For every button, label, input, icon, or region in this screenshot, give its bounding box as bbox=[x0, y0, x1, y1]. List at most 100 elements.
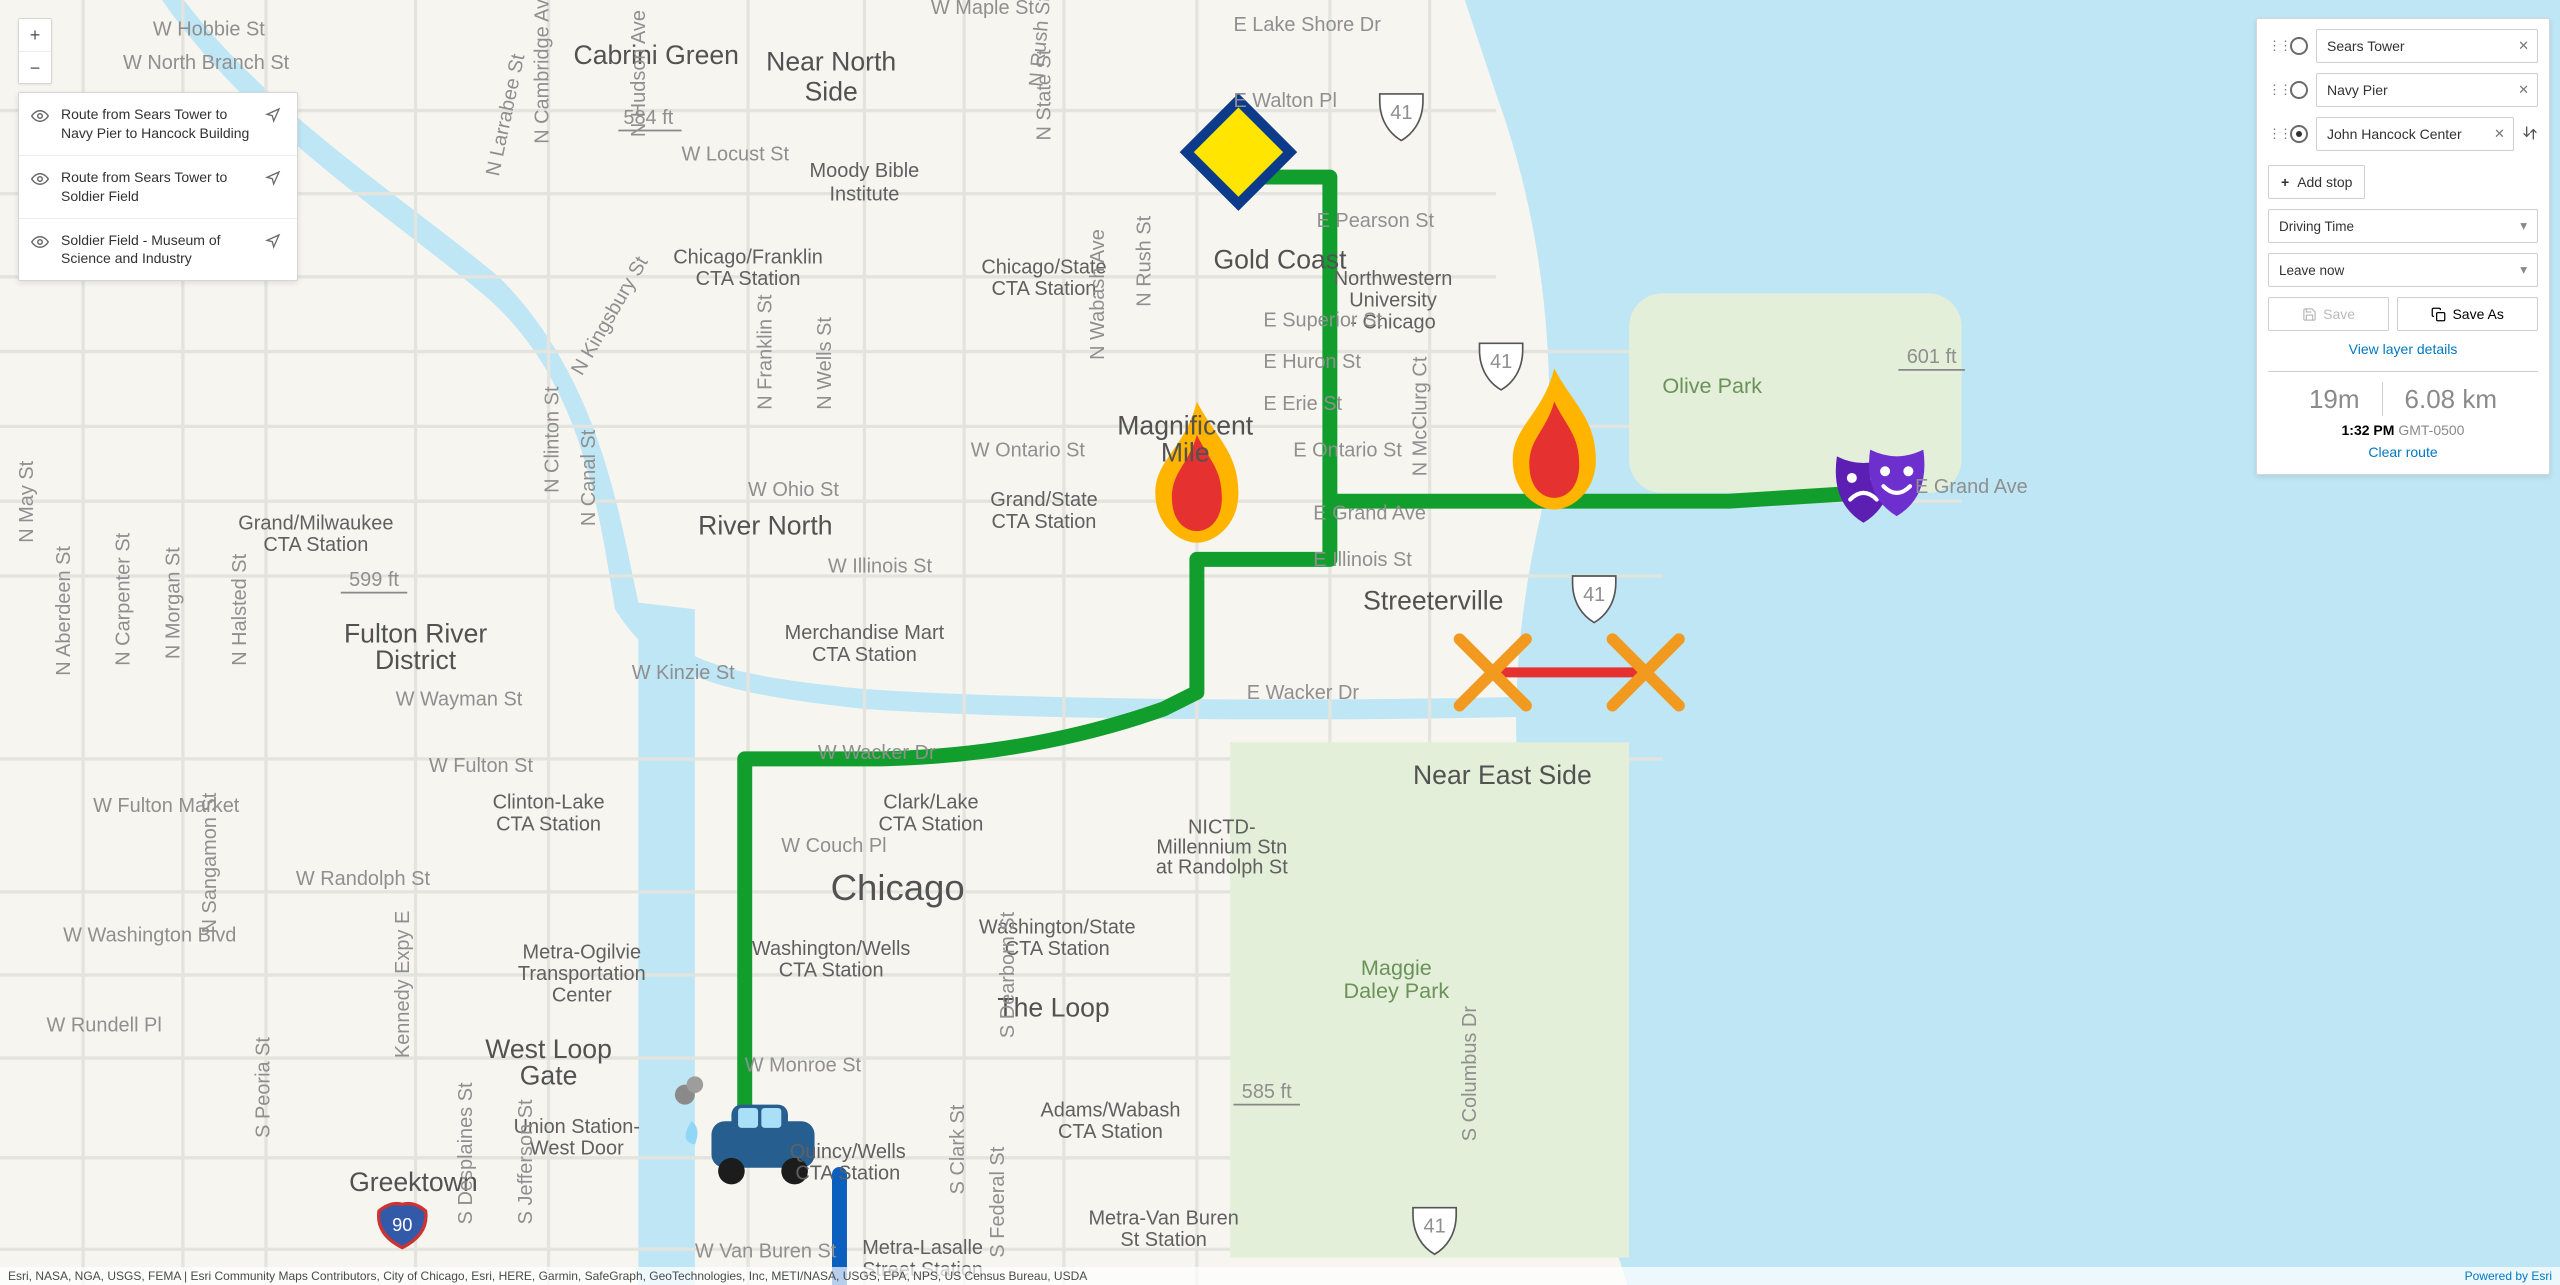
chevron-down-icon: ▾ bbox=[2520, 218, 2527, 234]
svg-text:S Jefferson St: S Jefferson St bbox=[515, 1099, 537, 1224]
clear-icon[interactable]: ✕ bbox=[2494, 126, 2505, 142]
svg-text:W Couch Pl: W Couch Pl bbox=[781, 835, 886, 857]
zoom-in-button[interactable]: + bbox=[19, 19, 51, 51]
svg-text:N May St: N May St bbox=[16, 460, 38, 542]
drag-handle-icon[interactable]: ⋮⋮ bbox=[2268, 38, 2282, 54]
map-canvas[interactable]: 41 41 41 41 90 bbox=[0, 0, 2560, 1285]
svg-text:S Desplaines St: S Desplaines St bbox=[455, 1082, 477, 1224]
svg-text:Grand/StateCTA Station: Grand/StateCTA Station bbox=[990, 489, 1098, 533]
svg-text:Adams/WabashCTA Station: Adams/WabashCTA Station bbox=[1040, 1099, 1180, 1143]
svg-text:N Halsted St: N Halsted St bbox=[229, 553, 251, 665]
svg-text:W North Branch St: W North Branch St bbox=[123, 52, 290, 74]
route-summary: 19m 6.08 km 1:32 PM GMT-0500 Clear route bbox=[2268, 371, 2538, 460]
svg-text:N Cambridge Ave: N Cambridge Ave bbox=[532, 0, 554, 144]
stop-marker-current-icon bbox=[2290, 125, 2308, 143]
svg-text:N Wells St: N Wells St bbox=[814, 317, 836, 410]
stop-row: ⋮⋮ ✕ bbox=[2268, 29, 2538, 63]
chevron-down-icon: ▾ bbox=[2520, 262, 2527, 278]
stop-field[interactable] bbox=[2325, 125, 2494, 143]
svg-text:E Illinois St: E Illinois St bbox=[1313, 549, 1412, 571]
svg-text:N Canal St: N Canal St bbox=[578, 429, 600, 526]
arrow-icon bbox=[265, 233, 285, 254]
svg-text:Chicago: Chicago bbox=[831, 867, 965, 908]
attribution-text: Esri, NASA, NGA, USGS, FEMA | Esri Commu… bbox=[8, 1269, 1087, 1283]
svg-text:N Franklin St: N Franklin St bbox=[754, 294, 776, 410]
clear-icon[interactable]: ✕ bbox=[2518, 82, 2529, 98]
stop-row: ⋮⋮ ✕ bbox=[2268, 73, 2538, 107]
stop-field[interactable] bbox=[2325, 37, 2494, 55]
clear-icon[interactable]: ✕ bbox=[2518, 38, 2529, 54]
directions-panel: ⋮⋮ ✕ ⋮⋮ ✕ ⋮⋮ ✕ bbox=[2256, 18, 2550, 475]
svg-text:41: 41 bbox=[1490, 351, 1512, 373]
svg-text:Cabrini Green: Cabrini Green bbox=[574, 40, 739, 70]
route-distance: 6.08 km bbox=[2405, 384, 2498, 415]
layer-item[interactable]: Route from Sears Tower to Navy Pier to H… bbox=[19, 93, 297, 155]
svg-text:41: 41 bbox=[1424, 1216, 1446, 1238]
view-layer-details-link[interactable]: View layer details bbox=[2268, 341, 2538, 357]
stop-input[interactable]: ✕ bbox=[2316, 117, 2514, 151]
plus-icon: + bbox=[2281, 174, 2289, 190]
save-row: Save Save As bbox=[2268, 297, 2538, 331]
layers-panel: Route from Sears Tower to Navy Pier to H… bbox=[18, 92, 298, 281]
eye-icon bbox=[31, 233, 51, 256]
stop-input[interactable]: ✕ bbox=[2316, 73, 2538, 107]
attribution-bar: Esri, NASA, NGA, USGS, FEMA | Esri Commu… bbox=[0, 1267, 2560, 1285]
svg-text:E Huron St: E Huron St bbox=[1263, 351, 1361, 373]
zoom-out-button[interactable]: − bbox=[19, 51, 51, 83]
svg-text:E Pearson St: E Pearson St bbox=[1317, 210, 1435, 232]
svg-text:41: 41 bbox=[1583, 584, 1605, 606]
drag-handle-icon[interactable]: ⋮⋮ bbox=[2268, 82, 2282, 98]
add-stop-button[interactable]: + Add stop bbox=[2268, 165, 2365, 199]
arrow-icon bbox=[265, 170, 285, 191]
svg-text:Clark/LakeCTA Station: Clark/LakeCTA Station bbox=[878, 792, 983, 836]
svg-text:E Wacker Dr: E Wacker Dr bbox=[1247, 682, 1360, 704]
reverse-stops-button[interactable] bbox=[2522, 125, 2538, 144]
save-as-button[interactable]: Save As bbox=[2397, 297, 2538, 331]
clear-route-link[interactable]: Clear route bbox=[2268, 444, 2538, 460]
travel-mode-select[interactable]: Driving Time ▾ bbox=[2268, 209, 2538, 243]
svg-text:Quincy/WellsCTA Station: Quincy/WellsCTA Station bbox=[790, 1141, 906, 1185]
svg-text:E Walton Pl: E Walton Pl bbox=[1233, 90, 1336, 112]
svg-text:S Federal St: S Federal St bbox=[987, 1146, 1009, 1257]
route-duration: 19m bbox=[2309, 384, 2360, 415]
svg-text:W Rundell Pl: W Rundell Pl bbox=[47, 1014, 162, 1036]
svg-text:W Fulton St: W Fulton St bbox=[429, 755, 534, 777]
layer-item[interactable]: Route from Sears Tower to Soldier Field bbox=[19, 155, 297, 218]
stop-row: ⋮⋮ ✕ bbox=[2268, 117, 2538, 151]
stop-input[interactable]: ✕ bbox=[2316, 29, 2538, 63]
svg-text:N Wabash Ave: N Wabash Ave bbox=[1087, 229, 1109, 360]
svg-text:W Locust St: W Locust St bbox=[682, 143, 790, 165]
divider bbox=[2382, 382, 2383, 416]
svg-text:N Hudson Ave: N Hudson Ave bbox=[628, 10, 650, 137]
save-button: Save bbox=[2268, 297, 2389, 331]
powered-by-link[interactable]: Powered by Esri bbox=[2465, 1269, 2552, 1283]
svg-text:N Clinton St: N Clinton St bbox=[542, 386, 564, 493]
svg-text:Gold Coast: Gold Coast bbox=[1214, 244, 1348, 274]
svg-text:E Grand Ave: E Grand Ave bbox=[1915, 476, 2028, 498]
layer-item-label: Route from Sears Tower to Navy Pier to H… bbox=[61, 105, 255, 143]
svg-text:S Clark St: S Clark St bbox=[947, 1104, 969, 1194]
travel-mode-value: Driving Time bbox=[2279, 219, 2354, 234]
svg-text:Clinton-LakeCTA Station: Clinton-LakeCTA Station bbox=[493, 792, 605, 836]
depart-value: Leave now bbox=[2279, 263, 2344, 278]
svg-text:N Aberdeen St: N Aberdeen St bbox=[53, 546, 75, 676]
svg-text:N Sangamon St: N Sangamon St bbox=[199, 792, 221, 933]
svg-text:N Rush St: N Rush St bbox=[1133, 215, 1155, 306]
stop-marker-icon bbox=[2290, 81, 2308, 99]
stop-field[interactable] bbox=[2325, 81, 2494, 99]
layer-item[interactable]: Soldier Field - Museum of Science and In… bbox=[19, 218, 297, 281]
svg-text:585 ft: 585 ft bbox=[1242, 1081, 1292, 1103]
svg-text:S Dearborn St: S Dearborn St bbox=[997, 911, 1019, 1038]
arrival-time: 1:32 PM bbox=[2342, 422, 2395, 438]
svg-text:N Carpenter St: N Carpenter St bbox=[113, 532, 135, 665]
drag-handle-icon[interactable]: ⋮⋮ bbox=[2268, 126, 2282, 142]
svg-text:90: 90 bbox=[392, 1214, 412, 1235]
svg-text:E Lake Shore Dr: E Lake Shore Dr bbox=[1233, 14, 1381, 36]
svg-text:River North: River North bbox=[698, 510, 832, 540]
layer-item-label: Soldier Field - Museum of Science and In… bbox=[61, 231, 255, 269]
depart-select[interactable]: Leave now ▾ bbox=[2268, 253, 2538, 287]
add-stop-label: Add stop bbox=[2297, 174, 2352, 190]
svg-text:W Kinzie St: W Kinzie St bbox=[632, 662, 735, 684]
app-root: 41 41 41 41 90 bbox=[0, 0, 2560, 1285]
zoom-control: + − bbox=[18, 18, 52, 84]
